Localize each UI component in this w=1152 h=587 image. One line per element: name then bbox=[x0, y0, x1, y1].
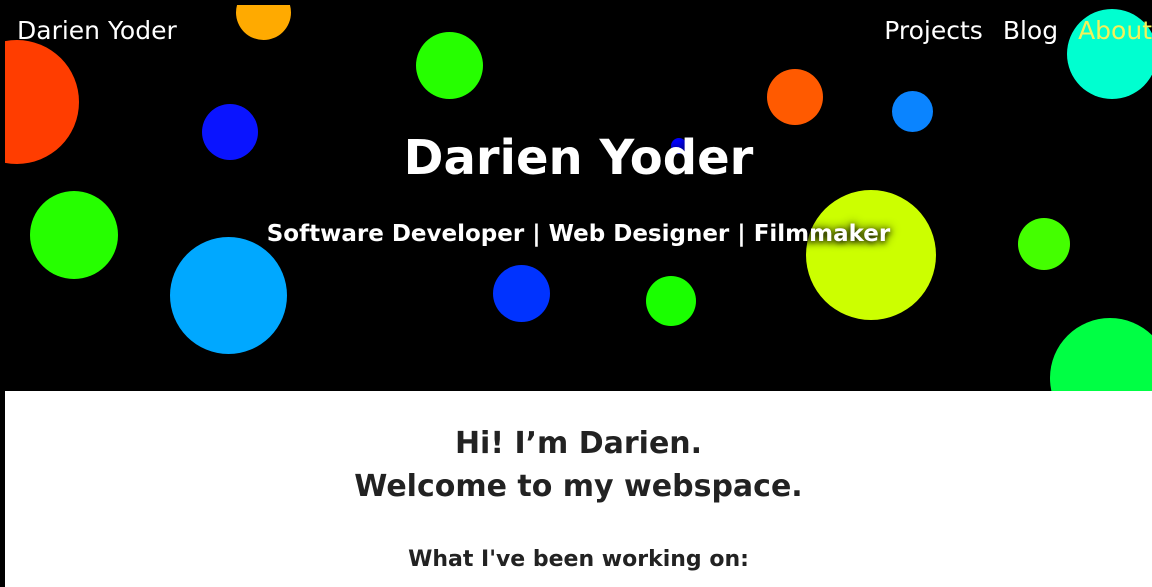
hero-dot bbox=[416, 32, 483, 99]
hero-dot bbox=[1050, 318, 1152, 391]
hero-dot bbox=[767, 69, 823, 125]
hero-dot bbox=[170, 237, 287, 354]
hero-banner: Darien Yoder Projects Blog About Darien … bbox=[5, 5, 1152, 391]
hero-subtitle: Software Developer | Web Designer | Film… bbox=[266, 221, 891, 247]
welcome-heading: Hi! I’m Darien. Welcome to my webspace. bbox=[5, 422, 1152, 508]
hero-dot bbox=[806, 190, 936, 320]
hero-dot bbox=[892, 91, 933, 132]
nav-link-projects[interactable]: Projects bbox=[884, 16, 983, 46]
nav-brand[interactable]: Darien Yoder bbox=[17, 16, 177, 46]
welcome-line-2: Welcome to my webspace. bbox=[354, 469, 803, 504]
hero-title: Darien Yoder bbox=[403, 130, 754, 186]
hero-dot bbox=[236, 5, 291, 40]
hero-dot bbox=[493, 265, 550, 322]
working-on-heading: What I've been working on: bbox=[408, 547, 749, 572]
welcome-line-1: Hi! I’m Darien. bbox=[454, 426, 703, 461]
page: Darien Yoder Projects Blog About Darien … bbox=[5, 5, 1152, 587]
hero-dot bbox=[646, 276, 696, 326]
nav-link-blog[interactable]: Blog bbox=[1003, 16, 1058, 46]
nav-links: Projects Blog About bbox=[884, 16, 1152, 46]
nav-link-about[interactable]: About bbox=[1078, 16, 1152, 46]
